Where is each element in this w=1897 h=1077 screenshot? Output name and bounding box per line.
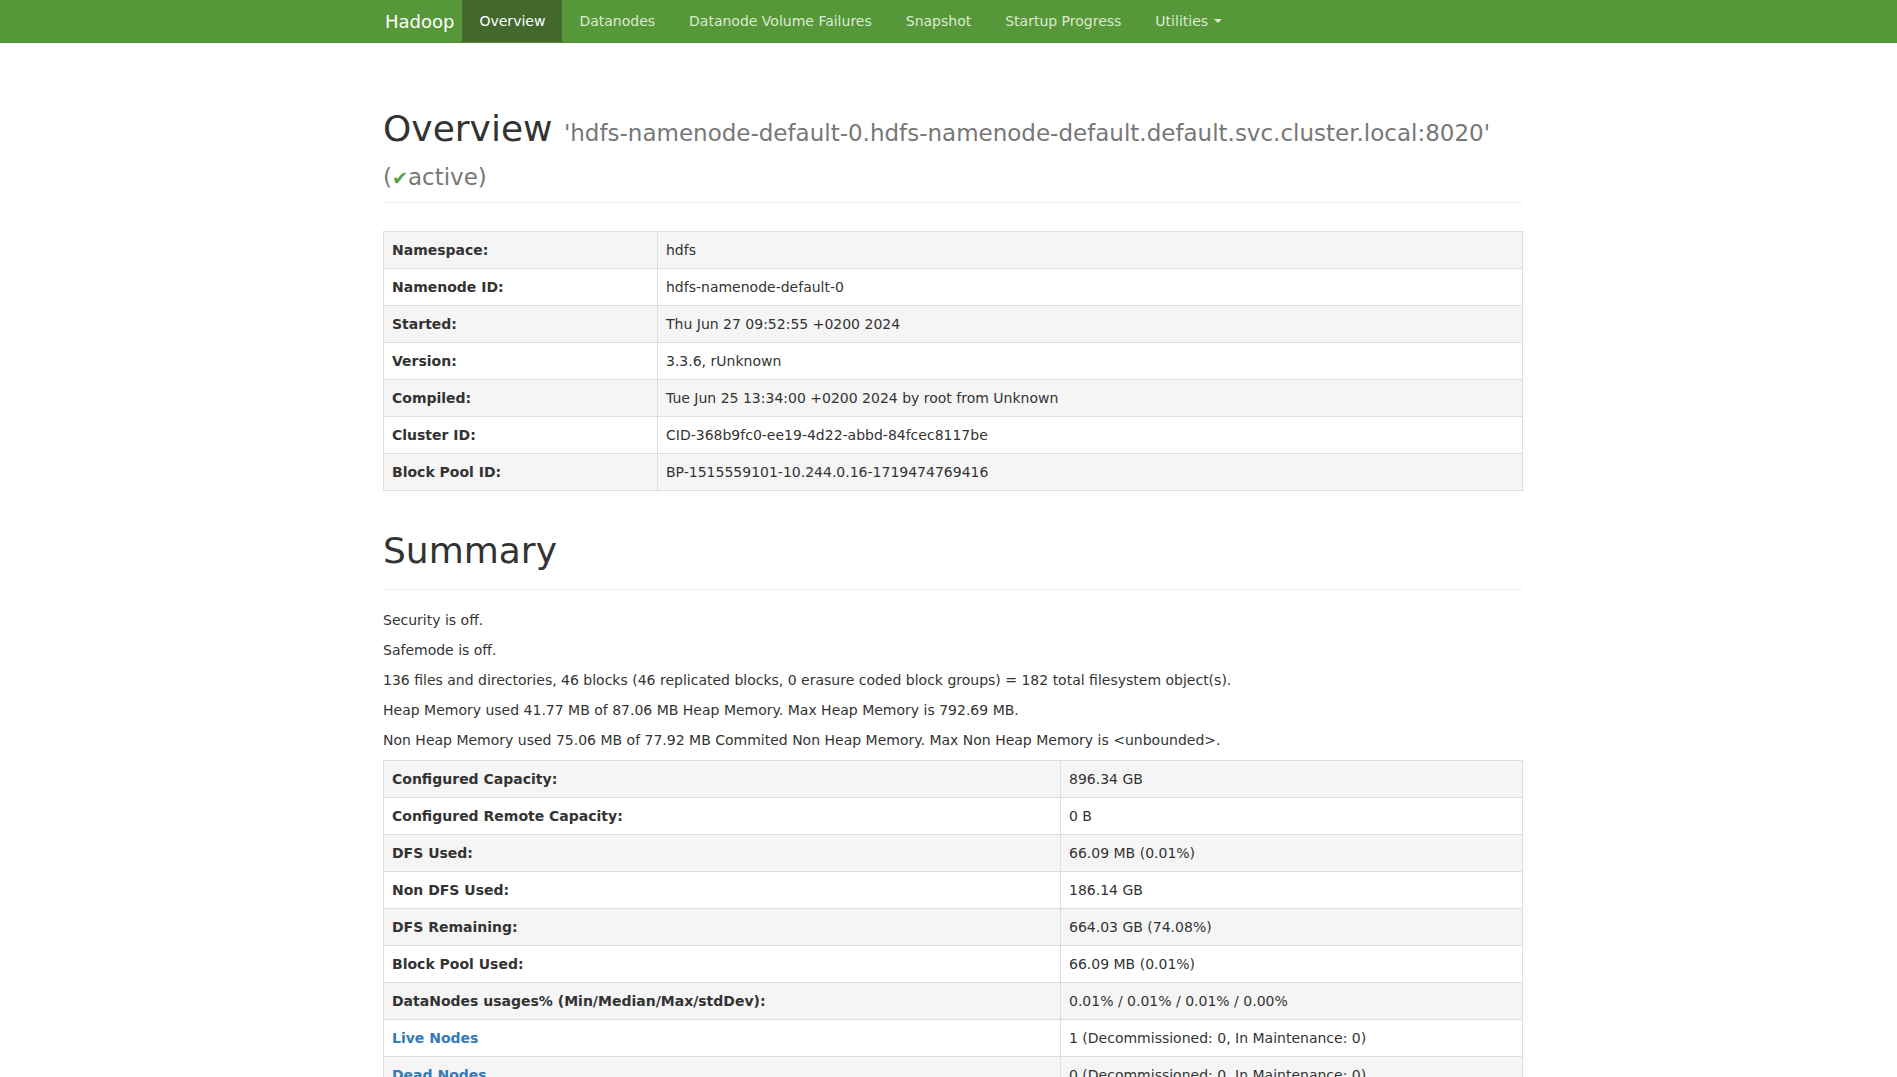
summary-header: Summary — [383, 531, 1523, 590]
active-check-icon: ✔ — [392, 167, 408, 189]
row-value: 0 B — [1061, 798, 1523, 835]
row-value: Tue Jun 25 13:34:00 +0200 2024 by root f… — [658, 380, 1523, 417]
summary-table: Configured Capacity:896.34 GB Configured… — [383, 760, 1523, 1077]
live-nodes-link[interactable]: Live Nodes — [392, 1030, 478, 1046]
tab-utilities-label: Utilities — [1155, 13, 1208, 29]
table-row: Cluster ID:CID-368b9fc0-ee19-4d22-abbd-8… — [384, 417, 1523, 454]
row-value: 66.09 MB (0.01%) — [1061, 835, 1523, 872]
brand-hadoop[interactable]: Hadoop — [370, 0, 462, 42]
row-value: 66.09 MB (0.01%) — [1061, 946, 1523, 983]
table-row: Namespace:hdfs — [384, 232, 1523, 269]
table-row: Block Pool ID:BP-1515559101-10.244.0.16-… — [384, 454, 1523, 491]
filesystem-objects-line: 136 files and directories, 46 blocks (46… — [383, 670, 1523, 690]
row-label: Started: — [384, 306, 658, 343]
navbar: Hadoop Overview Datanodes Datanode Volum… — [0, 0, 1897, 43]
dead-nodes-link[interactable]: Dead Nodes — [392, 1067, 487, 1077]
namenode-status: (✔active) — [383, 164, 487, 190]
row-label: DFS Used: — [384, 835, 1061, 872]
row-label: Cluster ID: — [384, 417, 658, 454]
tab-snapshot[interactable]: Snapshot — [889, 0, 988, 42]
row-value: CID-368b9fc0-ee19-4d22-abbd-84fcec8117be — [658, 417, 1523, 454]
summary-title: Summary — [383, 531, 1523, 571]
table-row: Block Pool Used:66.09 MB (0.01%) — [384, 946, 1523, 983]
row-value: 186.14 GB — [1061, 872, 1523, 909]
row-value: 896.34 GB — [1061, 761, 1523, 798]
table-row: Version:3.3.6, rUnknown — [384, 343, 1523, 380]
safemode-status-line: Safemode is off. — [383, 640, 1523, 660]
row-value: 664.03 GB (74.08%) — [1061, 909, 1523, 946]
tab-datanodes[interactable]: Datanodes — [562, 0, 672, 42]
table-row: Started:Thu Jun 27 09:52:55 +0200 2024 — [384, 306, 1523, 343]
row-label: DFS Remaining: — [384, 909, 1061, 946]
row-value: hdfs — [658, 232, 1523, 269]
navbar-inner: Hadoop Overview Datanodes Datanode Volum… — [370, 0, 1897, 42]
row-label: Live Nodes — [384, 1020, 1061, 1057]
table-row: DataNodes usages% (Min/Median/Max/stdDev… — [384, 983, 1523, 1020]
row-label: Namenode ID: — [384, 269, 658, 306]
table-row: Configured Capacity:896.34 GB — [384, 761, 1523, 798]
tab-startup-progress[interactable]: Startup Progress — [988, 0, 1138, 42]
table-row: Live Nodes 1 (Decommissioned: 0, In Maint… — [384, 1020, 1523, 1057]
security-status-line: Security is off. — [383, 610, 1523, 630]
table-row: Non DFS Used:186.14 GB — [384, 872, 1523, 909]
table-row: Compiled:Tue Jun 25 13:34:00 +0200 2024 … — [384, 380, 1523, 417]
table-row: Dead Nodes 0 (Decommissioned: 0, In Maint… — [384, 1057, 1523, 1077]
tab-utilities[interactable]: Utilities — [1138, 0, 1239, 42]
nav-tabs: Overview Datanodes Datanode Volume Failu… — [462, 0, 1239, 42]
row-label: Version: — [384, 343, 658, 380]
row-label: Non DFS Used: — [384, 872, 1061, 909]
heap-memory-line: Heap Memory used 41.77 MB of 87.06 MB He… — [383, 700, 1523, 720]
row-value: 3.3.6, rUnknown — [658, 343, 1523, 380]
non-heap-memory-line: Non Heap Memory used 75.06 MB of 77.92 M… — [383, 730, 1523, 750]
row-value: 0 (Decommissioned: 0, In Maintenance: 0) — [1061, 1057, 1523, 1077]
row-label: Configured Capacity: — [384, 761, 1061, 798]
row-value: BP-1515559101-10.244.0.16-1719474769416 — [658, 454, 1523, 491]
table-row: Configured Remote Capacity:0 B — [384, 798, 1523, 835]
tab-overview[interactable]: Overview — [462, 0, 562, 42]
row-value: Thu Jun 27 09:52:55 +0200 2024 — [658, 306, 1523, 343]
row-label: Block Pool Used: — [384, 946, 1061, 983]
row-value: 1 (Decommissioned: 0, In Maintenance: 0) — [1061, 1020, 1523, 1057]
row-label: Compiled: — [384, 380, 658, 417]
row-label: Dead Nodes — [384, 1057, 1061, 1077]
overview-info-table: Namespace:hdfs Namenode ID:hdfs-namenode… — [383, 231, 1523, 491]
row-label: Block Pool ID: — [384, 454, 658, 491]
table-row: DFS Remaining:664.03 GB (74.08%) — [384, 909, 1523, 946]
row-label: Configured Remote Capacity: — [384, 798, 1061, 835]
overview-header: Overview 'hdfs-namenode-default-0.hdfs-n… — [383, 109, 1523, 203]
main-container: Overview 'hdfs-namenode-default-0.hdfs-n… — [383, 109, 1523, 1077]
row-value: hdfs-namenode-default-0 — [658, 269, 1523, 306]
tab-datanode-volume-failures[interactable]: Datanode Volume Failures — [672, 0, 889, 42]
status-text: active — [408, 164, 478, 190]
page-title: Overview 'hdfs-namenode-default-0.hdfs-n… — [383, 109, 1523, 198]
row-label: DataNodes usages% (Min/Median/Max/stdDev… — [384, 983, 1061, 1020]
row-label: Namespace: — [384, 232, 658, 269]
table-row: DFS Used:66.09 MB (0.01%) — [384, 835, 1523, 872]
row-value: 0.01% / 0.01% / 0.01% / 0.00% — [1061, 983, 1523, 1020]
page-title-text: Overview — [383, 108, 553, 149]
table-row: Namenode ID:hdfs-namenode-default-0 — [384, 269, 1523, 306]
chevron-down-icon — [1214, 19, 1222, 23]
